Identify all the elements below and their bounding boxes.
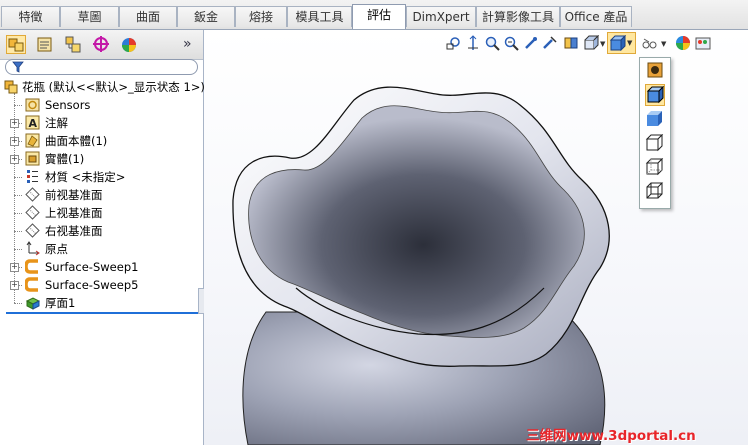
solid-bodies-icon xyxy=(25,151,40,166)
chevron-down-icon[interactable]: ▼ xyxy=(661,40,666,48)
expand-surface-sweep5[interactable]: + xyxy=(10,281,19,290)
tree-guide-line xyxy=(14,213,22,214)
zoom-to-fit-icon[interactable] xyxy=(446,35,462,51)
tree-guide-line xyxy=(14,195,22,196)
plane-icon xyxy=(25,223,40,238)
dimxpert-manager-icon[interactable] xyxy=(91,35,111,54)
tab-dimxpert[interactable]: DimXpert xyxy=(406,6,476,27)
tab-render-tools[interactable]: 計算影像工具 xyxy=(476,6,560,27)
heads-up-view-toolbar: ▼ ▼ ▼ xyxy=(442,31,748,55)
surface-bodies-icon xyxy=(25,133,40,148)
zoom-to-area-icon[interactable] xyxy=(465,35,481,51)
tab-sheet-metal[interactable]: 鈑金 xyxy=(177,6,235,27)
svg-text:A: A xyxy=(29,117,38,130)
zoom-to-selection-icon[interactable] xyxy=(503,35,519,51)
feature-manager-icon[interactable] xyxy=(6,35,26,54)
panel-overflow-button[interactable]: » xyxy=(183,36,192,52)
expand-annotations[interactable]: + xyxy=(10,119,19,128)
view-orientation-icon[interactable] xyxy=(583,35,599,51)
tab-office-products[interactable]: Office 產品 xyxy=(560,6,632,27)
realview-option[interactable] xyxy=(645,61,665,79)
origin-icon xyxy=(26,241,40,256)
tab-features[interactable]: 特徵 xyxy=(1,6,60,27)
manager-tabs: » xyxy=(0,30,203,60)
tree-guide-line xyxy=(14,303,22,304)
sweep-icon xyxy=(25,277,38,292)
rotate-icon[interactable] xyxy=(523,35,539,51)
tree-guide-line xyxy=(14,177,22,178)
tree-filter-input[interactable] xyxy=(5,59,198,75)
material-icon xyxy=(27,170,38,183)
display-style-icon xyxy=(610,35,626,51)
chevron-down-icon[interactable]: ▼ xyxy=(600,40,605,48)
tree-guide-line xyxy=(14,231,22,232)
hide-show-icon[interactable] xyxy=(641,35,657,51)
display-manager-icon[interactable] xyxy=(119,35,139,54)
plane-icon xyxy=(25,187,40,202)
part-icon xyxy=(4,80,18,94)
tab-weldments[interactable]: 熔接 xyxy=(235,6,287,27)
display-style-dropdown xyxy=(639,57,671,209)
tree-guide-line xyxy=(14,105,22,106)
wireframe-icon xyxy=(646,182,664,199)
annotations-icon: A xyxy=(25,115,40,130)
configuration-manager-icon[interactable] xyxy=(63,35,83,54)
hidden-lines-visible-option[interactable] xyxy=(645,157,665,176)
display-style-button[interactable]: ▼ xyxy=(607,32,636,54)
hidden-lines-visible-icon xyxy=(645,157,664,176)
command-manager-tabs: 特徵 草圖 曲面 鈑金 熔接 模具工具 評估 DimXpert 計算影像工具 O… xyxy=(0,0,748,30)
tab-sketch[interactable]: 草圖 xyxy=(60,6,119,27)
expand-surface-sweep1[interactable]: + xyxy=(10,263,19,272)
shaded-with-edges-icon xyxy=(646,85,665,104)
feature-manager-panel: » 花瓶 (默认<<默认>_显示状态 1>) Sensors + A 注解 + … xyxy=(0,30,206,445)
section-view-icon[interactable] xyxy=(563,35,579,51)
expand-surface-bodies[interactable]: + xyxy=(10,137,19,146)
tab-mold-tools[interactable]: 模具工具 xyxy=(287,6,352,27)
tab-surfaces[interactable]: 曲面 xyxy=(119,6,177,27)
expand-solid-bodies[interactable]: + xyxy=(10,155,19,164)
pan-icon[interactable] xyxy=(542,35,558,51)
tab-evaluate[interactable]: 評估 xyxy=(352,4,406,29)
filter-icon xyxy=(12,61,24,73)
shaded-icon xyxy=(647,111,662,126)
plane-icon xyxy=(25,205,40,220)
shaded-option[interactable] xyxy=(645,110,665,128)
property-manager-icon[interactable] xyxy=(35,35,55,54)
sensors-icon xyxy=(25,98,40,112)
rollback-bar[interactable] xyxy=(6,312,200,314)
sweep-icon xyxy=(25,259,38,274)
zoom-in-out-icon[interactable] xyxy=(484,35,500,51)
hidden-lines-removed-option[interactable] xyxy=(645,133,665,152)
scene-icon[interactable] xyxy=(695,35,711,51)
appearance-icon[interactable] xyxy=(675,35,691,51)
chevron-down-icon: ▼ xyxy=(627,39,633,47)
watermark: 三维网www.3dportal.cn xyxy=(526,428,696,444)
tree-guide-line xyxy=(14,249,22,250)
tree-root-label: 花瓶 (默认<<默认>_显示状态 1>) xyxy=(22,80,205,94)
thicken-icon xyxy=(25,297,40,310)
wireframe-option[interactable] xyxy=(645,182,665,200)
realview-icon xyxy=(647,62,663,78)
shaded-with-edges-option[interactable] xyxy=(645,84,665,106)
hidden-lines-removed-icon xyxy=(645,133,664,152)
